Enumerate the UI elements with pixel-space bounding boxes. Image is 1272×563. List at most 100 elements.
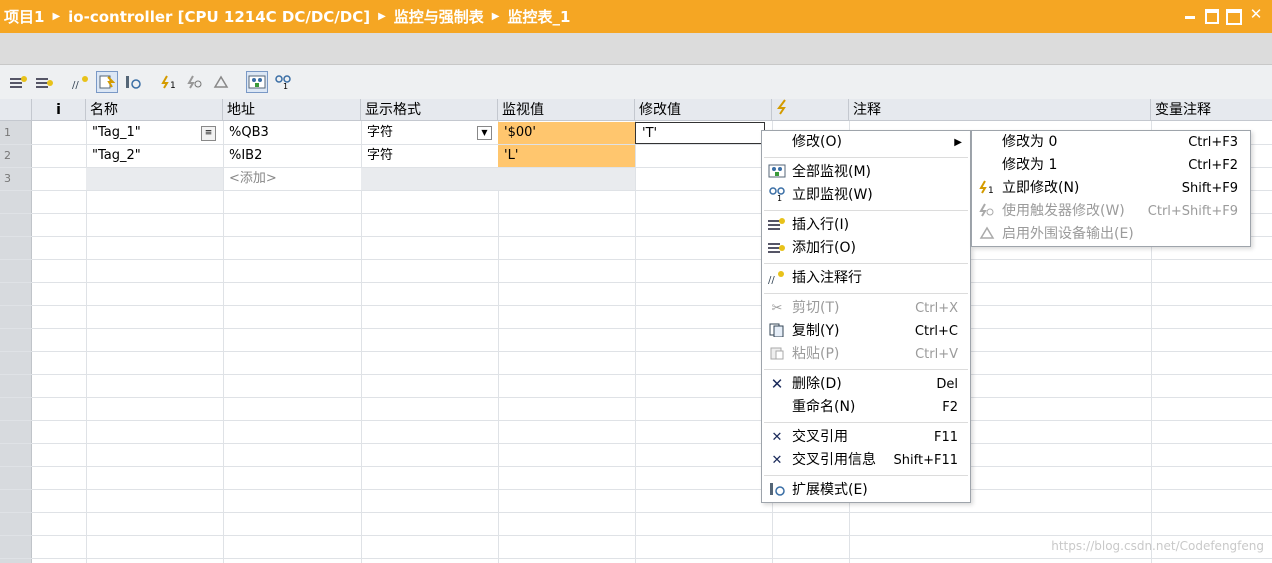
menu-insert-row[interactable]: 插入行(I) (762, 214, 970, 237)
cell-name[interactable] (86, 168, 223, 190)
menu-shortcut: Shift+F9 (1181, 181, 1238, 196)
add-row-icon (768, 240, 786, 257)
menu-label: 插入注释行 (792, 270, 862, 286)
menu-add-row[interactable]: 添加行(O) (762, 237, 970, 260)
breadcrumb-project[interactable]: 项目1 (4, 6, 44, 27)
svg-text://: // (768, 275, 775, 284)
lightning-icon (777, 99, 786, 115)
context-menu: 修改(O) ▶ 全部监视(M) 1 立即监视(W) 插入行(I) 添加行(O) //… (761, 130, 971, 503)
delete-x-icon: ✕ (770, 375, 784, 393)
menu-label: 复制(Y) (792, 323, 840, 339)
header-info-icon[interactable]: i (32, 99, 86, 121)
menu-shortcut: Ctrl+C (914, 324, 958, 339)
maximize-icon[interactable] (1226, 6, 1242, 22)
paste-icon (768, 346, 786, 363)
menu-label: 全部监视(M) (792, 164, 872, 180)
minimize-icon[interactable] (1182, 6, 1198, 22)
header-modify-flag[interactable] (772, 99, 849, 121)
menu-modify[interactable]: 修改(O) ▶ (762, 131, 970, 154)
menu-copy[interactable]: 复制(Y) Ctrl+C (762, 320, 970, 343)
row-divider (0, 466, 1272, 467)
menu-delete[interactable]: ✕ 删除(D) Del (762, 373, 970, 396)
modify-now-icon[interactable]: 1 (158, 71, 180, 93)
cell-name[interactable]: "Tag_2" (86, 145, 223, 167)
enable-periphery-icon[interactable] (210, 71, 232, 93)
monitor-now-icon[interactable]: 1 (272, 71, 294, 93)
breadcrumb-device[interactable]: io-controller [CPU 1214C DC/DC/DC] (68, 8, 370, 26)
menu-modify-to-0[interactable]: 修改为 0 Ctrl+F3 (972, 131, 1250, 154)
breadcrumb-arrow-icon: ▶ (52, 11, 61, 22)
cell-modify-value-input[interactable]: 'T' (635, 122, 765, 144)
table-header: i 名称 地址 显示格式 监视值 修改值 注释 变量注释 (0, 99, 1272, 121)
menu-extended-mode[interactable]: 扩展模式(E) (762, 479, 970, 502)
header-comment[interactable]: 注释 (849, 99, 1151, 121)
header-variable-comment[interactable]: 变量注释 (1151, 99, 1272, 121)
modify-trigger-icon[interactable] (184, 71, 206, 93)
menu-label: 立即监视(W) (792, 187, 873, 203)
insert-row-icon[interactable] (8, 71, 30, 93)
add-row-icon[interactable] (34, 71, 56, 93)
svg-text:1: 1 (170, 81, 176, 89)
row-divider (0, 489, 1272, 490)
menu-cross-reference[interactable]: ✕ 交叉引用 F11 (762, 426, 970, 449)
menu-monitor-all[interactable]: 全部监视(M) (762, 161, 970, 184)
menu-label: 扩展模式(E) (792, 482, 868, 498)
menu-label: 重命名(N) (792, 399, 856, 415)
row-divider (0, 351, 1272, 352)
header-modify-value[interactable]: 修改值 (635, 99, 772, 121)
row-number: 3 (4, 172, 11, 185)
svg-text:1: 1 (777, 194, 782, 201)
menu-shortcut: Shift+F11 (893, 453, 958, 468)
extended-mode-icon (768, 482, 786, 499)
header-display-format[interactable]: 显示格式 (361, 99, 498, 121)
menu-label: 添加行(O) (792, 240, 856, 256)
row-divider (0, 558, 1272, 559)
menu-modify-with-trigger[interactable]: 使用触发器修改(W) Ctrl+Shift+F9 (972, 200, 1250, 223)
menu-shortcut: Del (936, 377, 958, 392)
menu-cut[interactable]: ✂ 剪切(T) Ctrl+X (762, 297, 970, 320)
cell-display-format[interactable]: 字符 (361, 145, 498, 167)
menu-paste[interactable]: 粘贴(P) Ctrl+V (762, 343, 970, 366)
monitor-all-icon[interactable] (246, 71, 268, 93)
tag-browse-icon[interactable]: ≡ (201, 126, 216, 141)
menu-modify-to-1[interactable]: 修改为 1 Ctrl+F2 (972, 154, 1250, 177)
extended-mode-icon[interactable] (122, 71, 144, 93)
header-address[interactable]: 地址 (223, 99, 361, 121)
menu-cross-reference-info[interactable]: ✕ 交叉引用信息 Shift+F11 (762, 449, 970, 472)
insert-comment-row-icon[interactable]: // (70, 71, 92, 93)
modify-mode-icon[interactable] (96, 71, 118, 93)
submenu-arrow-icon: ▶ (954, 137, 962, 148)
menu-shortcut: Ctrl+Shift+F9 (1147, 204, 1238, 219)
menu-modify-now[interactable]: 1 立即修改(N) Shift+F9 (972, 177, 1250, 200)
restore-icon[interactable] (1204, 6, 1220, 22)
cross-reference-icon: ✕ (771, 430, 783, 445)
modify-now-icon: 1 (978, 180, 996, 197)
menu-label: 修改为 1 (1002, 157, 1058, 173)
menu-insert-comment-row[interactable]: // 插入注释行 (762, 267, 970, 290)
row-divider (0, 305, 1272, 306)
cell-address[interactable]: %IB2 (223, 145, 361, 167)
breadcrumb-watch-force[interactable]: 监控与强制表 (394, 6, 484, 27)
format-dropdown-icon[interactable]: ▼ (477, 126, 492, 140)
monitor-now-icon: 1 (768, 187, 786, 204)
cell-address[interactable]: %QB3 (223, 122, 361, 144)
menu-label: 修改为 0 (1002, 134, 1058, 150)
breadcrumb-arrow-icon: ▶ (491, 11, 500, 22)
menu-rename[interactable]: 重命名(N) F2 (762, 396, 970, 419)
breadcrumb-watch-table[interactable]: 监控表_1 (508, 6, 571, 27)
header-monitor-value[interactable]: 监视值 (498, 99, 635, 121)
add-row-placeholder[interactable]: <添加> (223, 168, 361, 190)
menu-enable-periphery-output[interactable]: 启用外围设备输出(E) (972, 223, 1250, 246)
menu-monitor-now[interactable]: 1 立即监视(W) (762, 184, 970, 207)
row-divider (0, 443, 1272, 444)
breadcrumb-arrow-icon: ▶ (378, 11, 386, 22)
menu-label: 启用外围设备输出(E) (1002, 226, 1134, 242)
header-name[interactable]: 名称 (86, 99, 223, 121)
insert-row-icon (768, 217, 786, 234)
menu-label: 修改(O) (792, 134, 842, 150)
menu-label: 使用触发器修改(W) (1002, 203, 1125, 219)
close-icon[interactable]: ✕ (1248, 6, 1264, 22)
menu-shortcut: F2 (942, 400, 958, 415)
cell-display-format[interactable] (361, 168, 498, 190)
menu-shortcut: Ctrl+F3 (1188, 135, 1238, 150)
